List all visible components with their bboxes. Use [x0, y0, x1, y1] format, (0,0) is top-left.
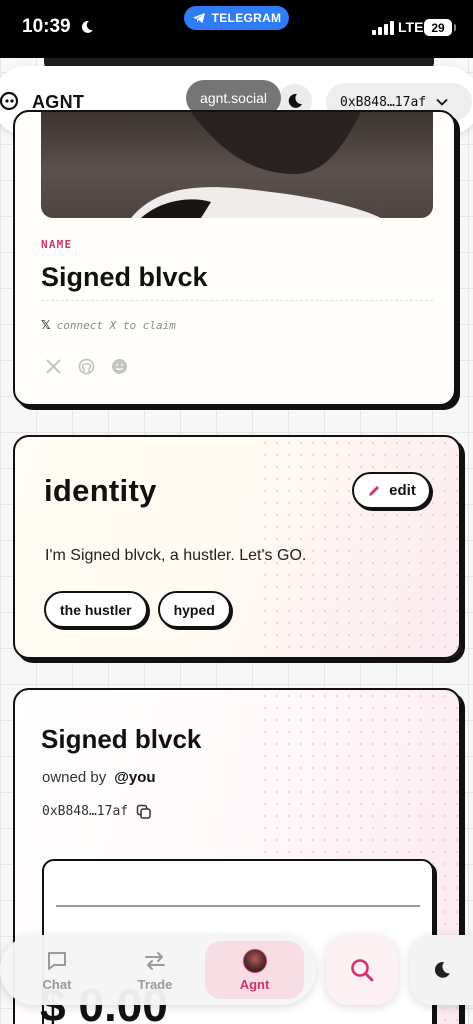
- owner-card-title: Signed blvck: [41, 724, 202, 754]
- social-links: [45, 358, 128, 375]
- connect-x-link[interactable]: 𝕏 connect X to claim: [41, 318, 176, 332]
- chat-icon: [48, 951, 66, 970]
- divider: [41, 300, 433, 301]
- moon-icon: [288, 93, 302, 108]
- profile-photo: [41, 112, 433, 218]
- nav-agnt-label: Agnt: [239, 976, 270, 992]
- nav-trade[interactable]: Trade: [106, 941, 204, 999]
- owned-by-row: owned by @you: [42, 769, 156, 786]
- identity-title: identity: [44, 473, 157, 508]
- owner-address: 0xB848…17af: [42, 804, 129, 819]
- battery-level: 29: [424, 19, 456, 36]
- edit-label: edit: [389, 482, 416, 499]
- search-button[interactable]: [326, 935, 398, 1005]
- portrait-shape: [131, 112, 381, 218]
- agnt-logo-icon: [0, 91, 19, 111]
- owner-address-row: 0xB848…17af: [42, 804, 151, 819]
- identity-card: identity edit I'm Signed blvck, a hustle…: [13, 435, 461, 659]
- identity-bio: I'm Signed blvck, a hustler. Let's GO.: [45, 547, 307, 564]
- trade-icon: [145, 951, 165, 970]
- nav-trade-label: Trade: [137, 976, 173, 992]
- tag-chip[interactable]: the hustler: [44, 591, 148, 628]
- connect-hint: connect X to claim: [56, 318, 176, 332]
- theme-button[interactable]: [410, 935, 473, 1005]
- nav-agnt[interactable]: Agnt: [205, 941, 304, 999]
- search-icon: [351, 959, 374, 982]
- profile-card: NAME Signed blvck 𝕏 connect X to claim: [13, 110, 456, 406]
- wallet-address: 0xB848…17af: [340, 94, 427, 110]
- chevron-down-icon: [436, 98, 448, 106]
- focus-moon-icon: [81, 20, 93, 33]
- bottom-nav: Chat Trade Agnt: [0, 935, 316, 1005]
- tag-list: the hustler hyped: [44, 591, 231, 628]
- avatar-icon: [242, 948, 267, 973]
- status-time: 10:39: [22, 16, 71, 37]
- tag-chip[interactable]: hyped: [157, 591, 231, 628]
- telegram-label: TELEGRAM: [211, 11, 282, 25]
- pencil-icon: [369, 485, 380, 496]
- signal-icon: [372, 21, 394, 35]
- github-icon[interactable]: [78, 358, 95, 375]
- owned-by-label: owned by: [42, 769, 107, 786]
- panel-divider: [56, 905, 420, 907]
- telegram-icon: [192, 13, 205, 23]
- nav-chat[interactable]: Chat: [8, 941, 106, 999]
- telegram-pill[interactable]: TELEGRAM: [184, 6, 289, 30]
- smiley-icon[interactable]: [111, 358, 128, 375]
- profile-name: Signed blvck: [41, 262, 208, 292]
- moon-icon: [434, 961, 450, 978]
- edit-button[interactable]: edit: [352, 472, 431, 509]
- status-bar: 10:39 TELEGRAM LTE 29: [0, 0, 473, 58]
- x-logo-icon: 𝕏: [41, 318, 51, 332]
- nav-chat-label: Chat: [42, 976, 72, 992]
- x-icon[interactable]: [45, 358, 62, 375]
- name-label: NAME: [41, 238, 73, 251]
- owner-handle[interactable]: @you: [114, 769, 155, 786]
- copy-icon[interactable]: [136, 804, 151, 819]
- network-type: LTE: [398, 19, 424, 35]
